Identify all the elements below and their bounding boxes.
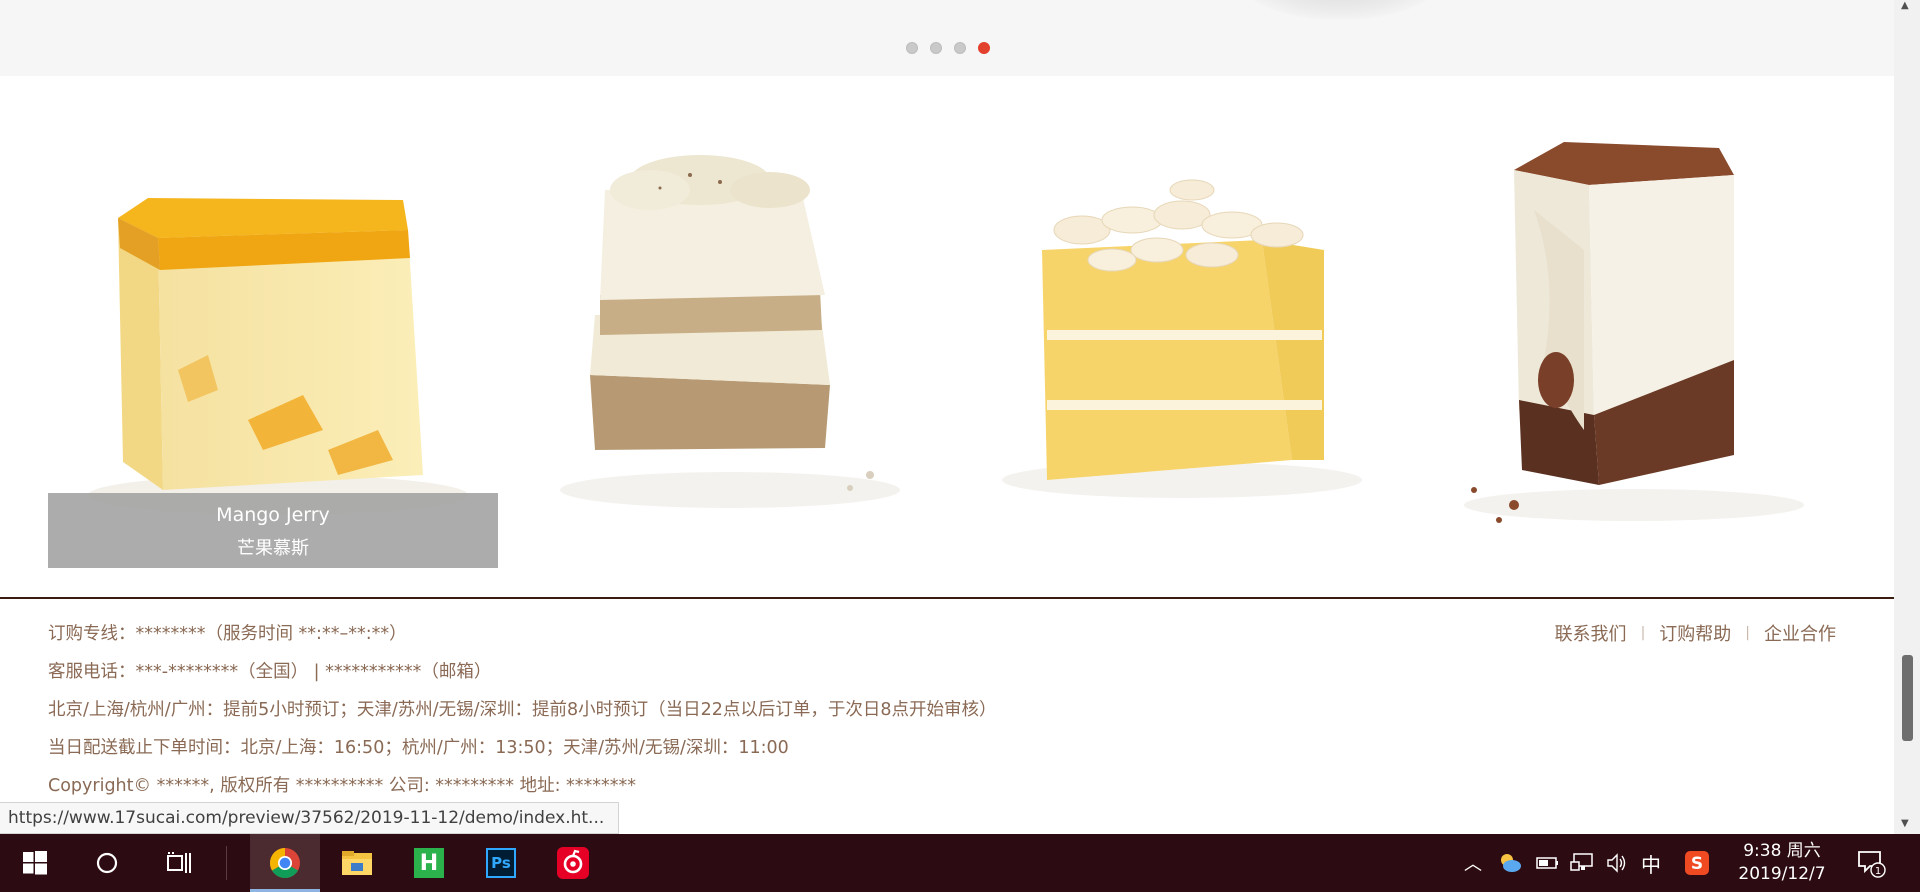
taskbar-app-hbuilder[interactable]: H [394,834,464,892]
tray-battery[interactable] [1536,834,1560,892]
product-name-cn: 芒果慕斯 [237,538,309,559]
link-status-url: https://www.17sucai.com/preview/37562/20… [0,802,620,834]
page-scrollbar[interactable]: ▲ ▼ [1894,0,1920,834]
tray-app-weather[interactable] [1498,834,1522,892]
hbuilder-letter: H [419,850,439,876]
carousel-image-fragment [1240,0,1440,20]
task-view-button[interactable] [144,834,214,892]
taskbar-divider [226,846,227,880]
notification-icon: 1 [1858,851,1886,878]
photoshop-icon: Ps [486,848,516,878]
start-icon [23,851,47,875]
scrollbar-thumb[interactable] [1902,655,1913,741]
tray-expand[interactable]: ︿ [1464,834,1482,892]
footer-advance-booking: 北京/上海/杭州/广州：提前5小时预订；天津/苏州/无锡/深圳：提前8小时预订（… [48,700,997,720]
taskbar-clock[interactable]: 9:38 周六 2019/12/7 [1727,840,1837,886]
sogou-input-icon: S [1685,851,1709,875]
enterprise-cooperation-link[interactable]: 企业合作 [1764,620,1836,646]
battery-icon [1536,857,1558,869]
footer-divider [0,597,1894,599]
carousel-pagination [906,42,990,54]
windows-taskbar: H Ps ︿ 中 S 9:38 周六 2019/12/7 1 [0,834,1920,892]
chrome-icon [269,848,300,879]
link-separator: | [1745,625,1750,641]
netease-music-icon [557,847,589,879]
carousel-dot-2[interactable] [930,42,942,54]
contact-us-link[interactable]: 联系我们 [1555,620,1627,646]
footer-order-hotline: 订购专线：********（服务时间 **:**–**:**） [48,624,407,644]
tray-ime-indicator[interactable]: 中 [1641,834,1661,892]
product-name-en: Mango Jerry [216,504,330,526]
action-center-button[interactable]: 1 [1856,834,1886,892]
footer-service-phone: 客服电话：***-********（全国） | ***********（邮箱） [48,662,492,682]
taskbar-app-file-explorer[interactable] [322,834,392,892]
task-view-icon [167,852,191,873]
chocolate-mousse-image [1464,142,1804,523]
product-card-mango-jerry[interactable]: Mango Jerry 芒果慕斯 [48,130,500,568]
clock-date: 2019/12/7 [1738,864,1826,884]
tiramisu-cake-image [560,155,900,508]
start-button[interactable] [0,834,70,892]
order-help-link[interactable]: 订购帮助 [1659,620,1731,646]
carousel-dot-3[interactable] [954,42,966,54]
network-icon [1570,853,1593,871]
clock-time: 9:38 周六 [1743,841,1821,861]
link-separator: | [1640,625,1646,641]
carousel-dot-4[interactable] [978,42,990,54]
product-card-2[interactable] [500,130,952,568]
product-card-3[interactable] [952,130,1404,568]
taskbar-app-netease-music[interactable] [538,834,608,892]
almond-sponge-cake-image [1002,179,1362,498]
notification-count: 1 [1875,866,1881,877]
taskbar-app-chrome[interactable] [250,834,320,892]
photoshop-letters: Ps [491,854,511,872]
volume-icon [1607,853,1626,873]
hbuilder-icon: H [414,848,444,878]
product-caption: Mango Jerry 芒果慕斯 [48,493,498,568]
chevron-up-icon: ︿ [1464,854,1482,875]
file-explorer-icon [342,851,372,875]
weather-icon [1501,854,1521,872]
product-card-4[interactable] [1404,130,1856,568]
footer-info: 订购专线：********（服务时间 **:**–**:**） 客服电话：***… [48,620,997,810]
taskbar-app-photoshop[interactable]: Ps [466,834,536,892]
carousel-dot-1[interactable] [906,42,918,54]
tray-volume[interactable] [1606,834,1628,892]
scroll-down-arrow-icon[interactable]: ▼ [1901,818,1909,829]
tray-network[interactable] [1570,834,1594,892]
carousel-banner [0,0,1894,76]
svg-text:S: S [1691,854,1703,874]
footer-cutoff-times: 当日配送截止下单时间：北京/上海：16:50；杭州/广州：13:50；天津/苏州… [48,738,789,758]
footer-links: 联系我们 | 订购帮助 | 企业合作 [1555,620,1836,646]
scroll-up-arrow-icon[interactable]: ▲ [1901,0,1909,11]
search-circle-icon [96,852,118,874]
search-button[interactable] [72,834,142,892]
tray-sogou-input[interactable]: S [1684,834,1710,892]
